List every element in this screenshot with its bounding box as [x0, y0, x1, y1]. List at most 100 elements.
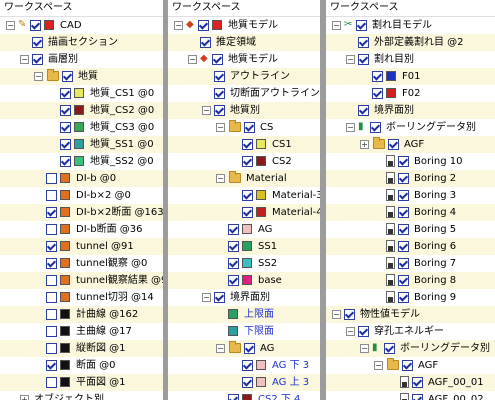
- collapse-icon[interactable]: −: [34, 72, 43, 81]
- visibility-checkbox[interactable]: [372, 88, 383, 99]
- color-swatch[interactable]: [44, 20, 54, 30]
- color-swatch[interactable]: [60, 275, 70, 285]
- collapse-icon[interactable]: −: [202, 293, 211, 302]
- tree-row[interactable]: 断面 @0: [0, 357, 163, 374]
- tree-row[interactable]: AG 上 3: [168, 374, 320, 391]
- visibility-checkbox[interactable]: [344, 309, 355, 320]
- tree-row[interactable]: Material-4: [168, 204, 320, 221]
- tree-row[interactable]: 上限面: [168, 306, 320, 323]
- visibility-checkbox[interactable]: [228, 224, 239, 235]
- tree-row[interactable]: Boring 8: [326, 272, 495, 289]
- visibility-checkbox[interactable]: [356, 20, 367, 31]
- visibility-checkbox[interactable]: [384, 343, 395, 354]
- visibility-checkbox[interactable]: [214, 292, 225, 303]
- visibility-checkbox[interactable]: [46, 343, 57, 354]
- tree-row[interactable]: − 物性値モデル: [326, 306, 495, 323]
- visibility-checkbox[interactable]: [242, 360, 253, 371]
- visibility-checkbox[interactable]: [242, 207, 253, 218]
- color-swatch[interactable]: [60, 207, 70, 217]
- tree-row[interactable]: − 画層別: [0, 51, 163, 68]
- color-swatch[interactable]: [60, 173, 70, 183]
- tree-row[interactable]: 切断面アウトライン: [168, 85, 320, 102]
- tree-row[interactable]: 主曲線 @17: [0, 323, 163, 340]
- tree-row[interactable]: 平面図 @1: [0, 374, 163, 391]
- tree-row[interactable]: CS2: [168, 153, 320, 170]
- tree-row[interactable]: DI-b×2断面 @163: [0, 204, 163, 221]
- tree-row[interactable]: DI-b×2 @0: [0, 187, 163, 204]
- visibility-checkbox[interactable]: [46, 190, 57, 201]
- color-swatch[interactable]: [242, 394, 252, 400]
- tree-row[interactable]: AGF_00_01: [326, 374, 495, 391]
- visibility-checkbox[interactable]: [46, 224, 57, 235]
- color-swatch[interactable]: [256, 156, 266, 166]
- visibility-checkbox[interactable]: [60, 88, 71, 99]
- visibility-checkbox[interactable]: [398, 275, 409, 286]
- color-swatch[interactable]: [60, 360, 70, 370]
- collapse-icon[interactable]: −: [346, 123, 355, 132]
- visibility-checkbox[interactable]: [398, 258, 409, 269]
- tree-row[interactable]: Boring 3: [326, 187, 495, 204]
- color-swatch[interactable]: [60, 241, 70, 251]
- tree-row[interactable]: AG 下 3: [168, 357, 320, 374]
- visibility-checkbox[interactable]: [46, 173, 57, 184]
- color-swatch[interactable]: [386, 88, 396, 98]
- visibility-checkbox[interactable]: [398, 224, 409, 235]
- tree-row[interactable]: アウトライン: [168, 68, 320, 85]
- tree-row[interactable]: 計曲線 @162: [0, 306, 163, 323]
- visibility-checkbox[interactable]: [200, 37, 211, 48]
- visibility-checkbox[interactable]: [46, 309, 57, 320]
- color-swatch[interactable]: [60, 309, 70, 319]
- visibility-checkbox[interactable]: [212, 54, 223, 65]
- visibility-checkbox[interactable]: [228, 258, 239, 269]
- tree-row[interactable]: AGF_00_02: [326, 391, 495, 400]
- visibility-checkbox[interactable]: [228, 394, 239, 400]
- color-swatch[interactable]: [60, 258, 70, 268]
- color-swatch[interactable]: [60, 343, 70, 353]
- color-swatch[interactable]: [74, 105, 84, 115]
- visibility-checkbox[interactable]: [412, 377, 423, 388]
- color-swatch[interactable]: [228, 309, 238, 319]
- collapse-icon[interactable]: −: [346, 55, 355, 64]
- tree-row[interactable]: SS1: [168, 238, 320, 255]
- visibility-checkbox[interactable]: [358, 326, 369, 337]
- color-swatch[interactable]: [242, 224, 252, 234]
- color-swatch[interactable]: [256, 207, 266, 217]
- tree-row[interactable]: − 地質別: [168, 102, 320, 119]
- tree-row[interactable]: tunnel @91: [0, 238, 163, 255]
- color-swatch[interactable]: [242, 275, 252, 285]
- tree-row[interactable]: − 境界面別: [168, 289, 320, 306]
- visibility-checkbox[interactable]: [358, 37, 369, 48]
- tree-row[interactable]: − ▮ ボーリングデータ別: [326, 119, 495, 136]
- color-swatch[interactable]: [256, 139, 266, 149]
- tree-row[interactable]: DI-b @0: [0, 170, 163, 187]
- visibility-checkbox[interactable]: [46, 275, 57, 286]
- tree-row[interactable]: − 地質: [0, 68, 163, 85]
- tree-row[interactable]: + オブジェクト別: [0, 391, 163, 400]
- visibility-checkbox[interactable]: [398, 173, 409, 184]
- visibility-checkbox[interactable]: [228, 275, 239, 286]
- tree-row[interactable]: − ▮ ボーリングデータ別: [326, 340, 495, 357]
- tree-row[interactable]: 地質_SS1 @0: [0, 136, 163, 153]
- visibility-checkbox[interactable]: [242, 156, 253, 167]
- visibility-checkbox[interactable]: [358, 54, 369, 65]
- tree-row[interactable]: Boring 4: [326, 204, 495, 221]
- tree-row[interactable]: − 穿孔エネルギー: [326, 323, 495, 340]
- visibility-checkbox[interactable]: [46, 326, 57, 337]
- collapse-icon[interactable]: −: [174, 21, 183, 30]
- collapse-icon[interactable]: −: [374, 361, 383, 370]
- visibility-checkbox[interactable]: [242, 377, 253, 388]
- tree-row[interactable]: 外部定義割れ目 @2: [326, 34, 495, 51]
- visibility-checkbox[interactable]: [32, 54, 43, 65]
- color-swatch[interactable]: [256, 377, 266, 387]
- color-swatch[interactable]: [386, 71, 396, 81]
- visibility-checkbox[interactable]: [214, 105, 225, 116]
- tree-row[interactable]: F01: [326, 68, 495, 85]
- tree-row[interactable]: F02: [326, 85, 495, 102]
- tree-row[interactable]: Material-3: [168, 187, 320, 204]
- tree-row[interactable]: + AGF: [326, 136, 495, 153]
- tree-row[interactable]: Boring 2: [326, 170, 495, 187]
- collapse-icon[interactable]: −: [360, 344, 369, 353]
- collapse-icon[interactable]: −: [188, 55, 197, 64]
- visibility-checkbox[interactable]: [398, 190, 409, 201]
- visibility-checkbox[interactable]: [398, 241, 409, 252]
